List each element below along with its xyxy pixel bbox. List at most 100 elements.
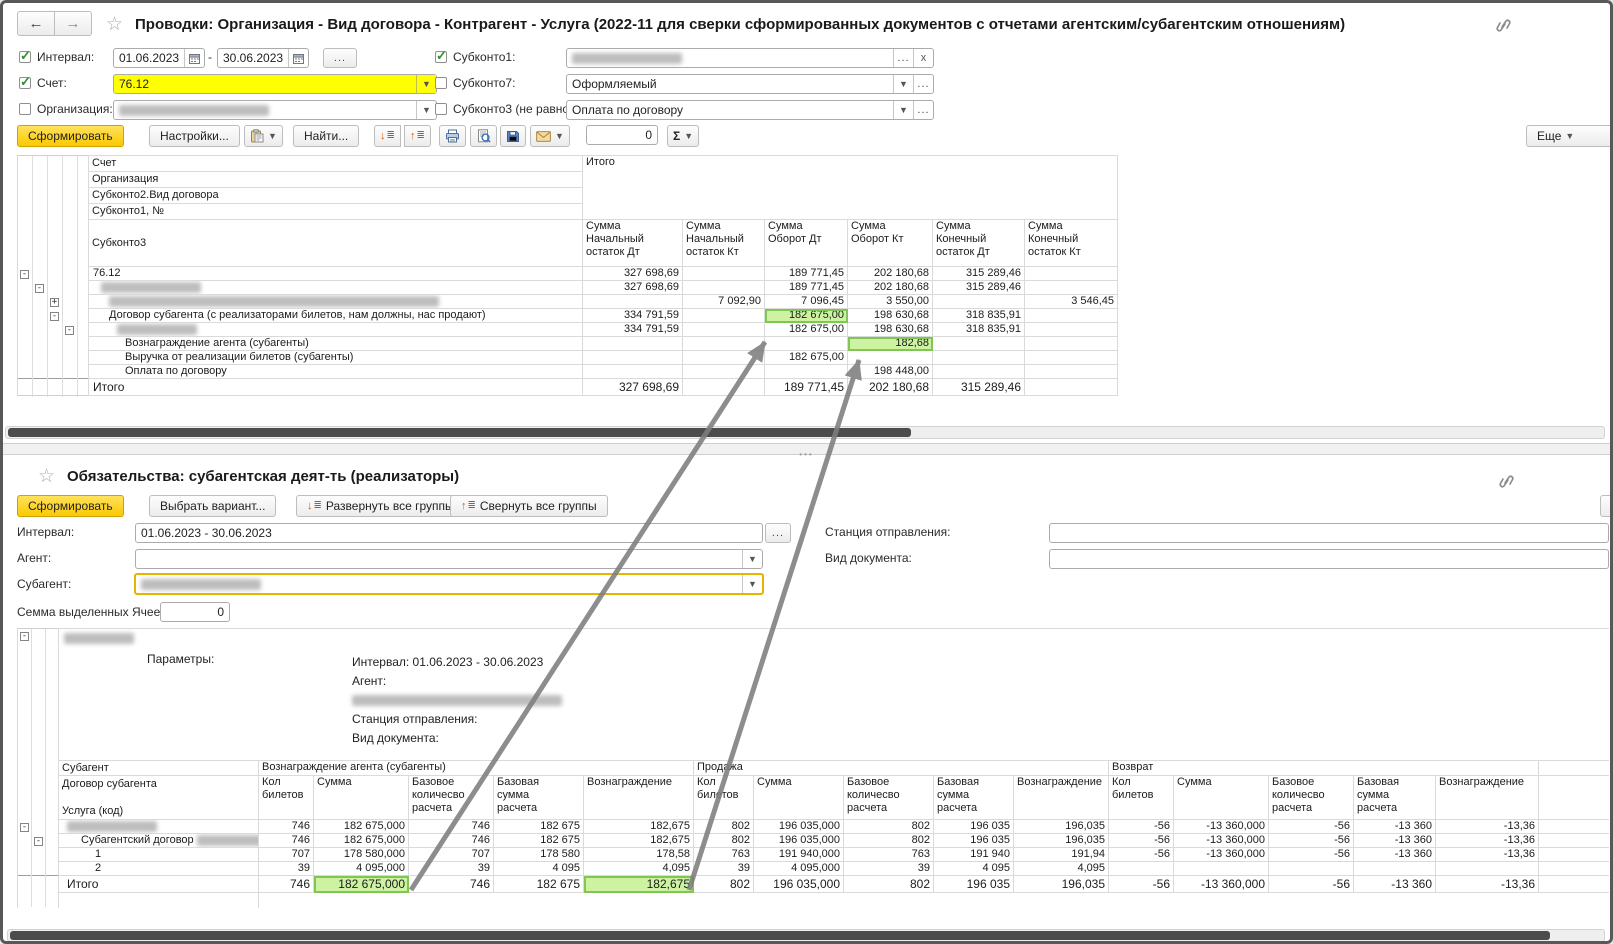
agent-field[interactable]: ▼ — [135, 549, 763, 569]
subkonto7-checkbox[interactable] — [435, 77, 447, 89]
row-label[interactable] — [89, 295, 583, 309]
cell[interactable] — [933, 337, 1025, 351]
cell[interactable]: 746 — [409, 820, 494, 834]
cell[interactable]: 182,68 — [848, 337, 933, 351]
column-header[interactable] — [1539, 776, 1610, 820]
cell[interactable]: -56 — [1269, 834, 1354, 848]
column-header[interactable]: Базовое количесво расчета — [409, 776, 494, 820]
cell[interactable]: 182 675,000 — [314, 876, 409, 893]
column-header[interactable]: Сумма Начальный остаток Кт — [683, 220, 765, 267]
chevron-down-icon[interactable]: ▼ — [742, 575, 762, 593]
cell[interactable]: 746 — [259, 876, 314, 893]
cell[interactable]: 196 035 — [934, 876, 1014, 893]
chevron-down-icon[interactable]: ▼ — [416, 101, 436, 119]
cell[interactable]: 746 — [259, 820, 314, 834]
cell[interactable]: 196 035 — [934, 834, 1014, 848]
cell[interactable]: -56 — [1269, 876, 1354, 893]
cell[interactable] — [583, 295, 683, 309]
cell[interactable] — [1539, 848, 1610, 862]
cell[interactable] — [683, 337, 765, 351]
cell[interactable]: 182 675,00 — [765, 351, 848, 365]
cell[interactable] — [1025, 351, 1118, 365]
forward-button[interactable]: → — [54, 11, 92, 36]
expand-minus-icon[interactable]: - — [65, 326, 74, 335]
cell[interactable]: -13 360 — [1354, 848, 1436, 862]
cell[interactable]: 3 550,00 — [848, 295, 933, 309]
cell[interactable]: 196,035 — [1014, 820, 1109, 834]
calendar-icon[interactable] — [184, 49, 204, 67]
cell[interactable]: 707 — [409, 848, 494, 862]
column-header[interactable]: Кол билетов — [694, 776, 754, 820]
group-header[interactable]: Продажа — [694, 761, 1109, 776]
cell[interactable]: 182 675,00 — [765, 323, 848, 337]
cell[interactable]: 315 289,46 — [933, 267, 1025, 281]
cell[interactable]: 3 546,45 — [1025, 295, 1118, 309]
cell[interactable]: -13,36 — [1436, 848, 1539, 862]
cell[interactable]: 763 — [844, 848, 934, 862]
cell[interactable]: 327 698,69 — [583, 379, 683, 396]
account-field[interactable]: 76.12 ▼ — [113, 74, 437, 94]
cell[interactable] — [1539, 834, 1610, 848]
cell[interactable]: 334 791,59 — [583, 323, 683, 337]
cell[interactable] — [683, 323, 765, 337]
cell[interactable] — [683, 379, 765, 396]
cell[interactable] — [1539, 862, 1610, 876]
paste-settings-button[interactable]: ▼ — [244, 125, 283, 147]
selected-sum-field[interactable]: 0 — [586, 125, 658, 145]
cell[interactable]: 196,035 — [1014, 834, 1109, 848]
cell[interactable]: 802 — [844, 820, 934, 834]
cell[interactable]: -13,36 — [1436, 820, 1539, 834]
column-header[interactable]: Сумма — [754, 776, 844, 820]
send-email-button[interactable]: ▼ — [530, 125, 570, 147]
expand-minus-icon[interactable]: - — [50, 312, 59, 321]
column-header[interactable]: Сумма Оборот Дт — [765, 220, 848, 267]
cell[interactable]: 802 — [844, 834, 934, 848]
expand-minus-icon[interactable]: - — [20, 823, 29, 832]
interval-from-field[interactable]: 01.06.2023 — [113, 48, 205, 68]
cell[interactable]: 196 035,000 — [754, 876, 844, 893]
cell[interactable] — [583, 365, 683, 379]
sort-ascending-button[interactable]: ↑≣ — [404, 125, 431, 147]
cell[interactable]: -56 — [1109, 820, 1174, 834]
cell[interactable]: 182,675 — [584, 834, 694, 848]
expand-all-groups-button[interactable]: ↓≣Развернуть все группы — [296, 495, 465, 517]
cell[interactable] — [933, 351, 1025, 365]
favorite-star-icon[interactable]: ☆ — [38, 467, 55, 486]
interval-more-button[interactable]: ... — [323, 48, 357, 68]
scrollbar-thumb[interactable] — [10, 931, 1550, 940]
column-header[interactable]: Сумма Конечный остаток Дт — [933, 220, 1025, 267]
corner-header[interactable]: Организация — [89, 172, 583, 188]
subkonto1-checkbox[interactable] — [435, 51, 447, 63]
column-header[interactable]: Кол билетов — [259, 776, 314, 820]
cell[interactable]: 4 095,000 — [314, 862, 409, 876]
cell[interactable]: 182 675,000 — [314, 820, 409, 834]
cell[interactable] — [583, 351, 683, 365]
cell[interactable] — [583, 337, 683, 351]
row-label[interactable]: Договор субагента (с реализаторами билет… — [89, 309, 583, 323]
cell[interactable]: 196 035 — [934, 820, 1014, 834]
row-label[interactable]: 2 — [59, 862, 259, 876]
cell[interactable] — [683, 281, 765, 295]
row-label[interactable]: Субагентский договор — [59, 834, 259, 848]
cell[interactable] — [1354, 862, 1436, 876]
expand-minus-icon[interactable]: - — [20, 632, 29, 641]
cell[interactable]: 39 — [409, 862, 494, 876]
cell[interactable]: 202 180,68 — [848, 379, 933, 396]
cell[interactable]: 334 791,59 — [583, 309, 683, 323]
row-label[interactable]: Итого — [89, 379, 583, 396]
cell[interactable]: 39 — [694, 862, 754, 876]
cell[interactable]: 202 180,68 — [848, 281, 933, 295]
interval-checkbox[interactable] — [19, 51, 31, 63]
more-commands-button[interactable] — [1600, 495, 1613, 517]
sort-descending-button[interactable]: ↓≣ — [374, 125, 401, 147]
cell[interactable]: -13 360 — [1354, 876, 1436, 893]
row-label[interactable] — [59, 820, 259, 834]
interval-field[interactable]: 01.06.2023 - 30.06.2023 — [135, 523, 763, 543]
group-header[interactable]: Вознаграждение агента (субагенты) — [259, 761, 694, 776]
cell[interactable] — [765, 337, 848, 351]
corner-header[interactable]: Субконто2.Вид договора — [89, 188, 583, 204]
cell[interactable]: 746 — [409, 876, 494, 893]
collapse-all-groups-button[interactable]: ↑≣Свернуть все группы — [450, 495, 608, 517]
doctype-field[interactable] — [1049, 549, 1609, 569]
cell[interactable]: 7 096,45 — [765, 295, 848, 309]
